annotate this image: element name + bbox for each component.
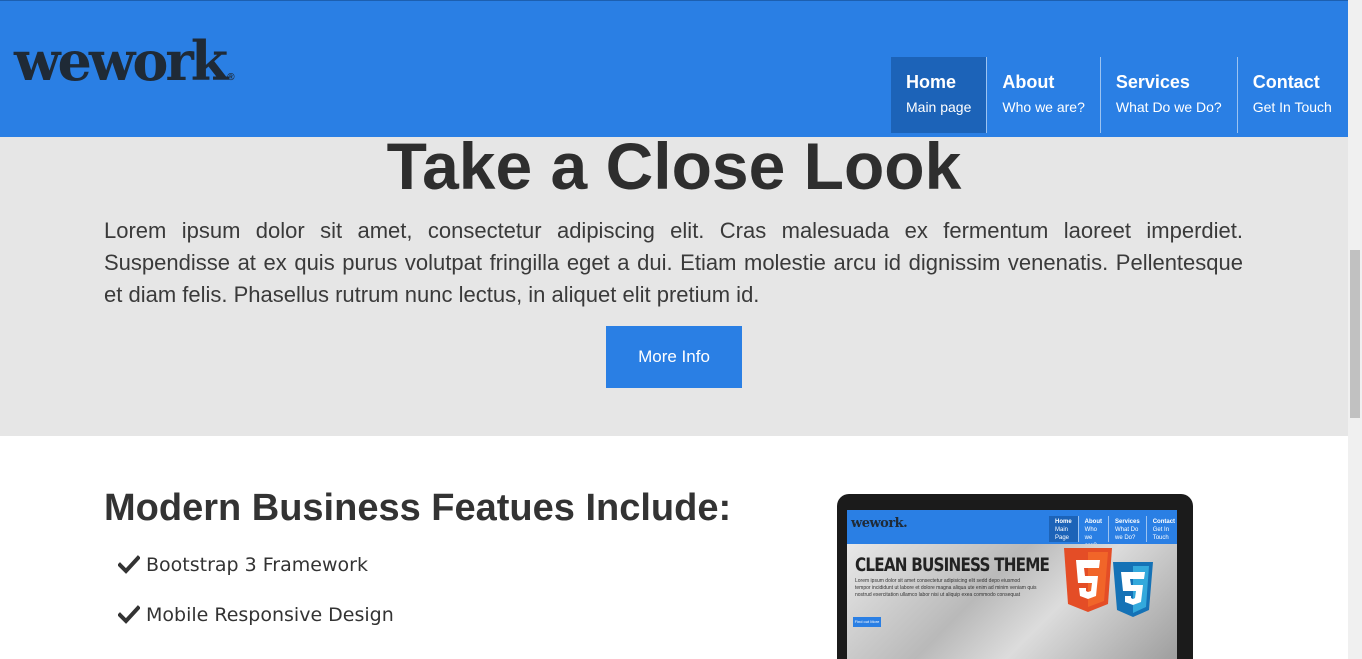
css3-icon bbox=[1113, 562, 1153, 617]
preview-nav-subtitle: Main Page bbox=[1055, 527, 1070, 541]
site-header: wework ® Home Main page About Who we are?… bbox=[0, 0, 1348, 137]
nav-title: About bbox=[1002, 72, 1055, 92]
nav-subtitle: Main page bbox=[906, 99, 972, 115]
check-icon bbox=[118, 555, 140, 574]
preview-button: Find out More bbox=[853, 617, 881, 627]
page-scrollbar[interactable] bbox=[1348, 0, 1362, 659]
nav-item-contact[interactable]: Contact Get In Touch bbox=[1236, 57, 1347, 133]
nav-item-home[interactable]: Home Main page bbox=[891, 57, 987, 133]
preview-nav-subtitle: Get In Touch bbox=[1152, 527, 1170, 541]
nav-subtitle: What Do we Do? bbox=[1115, 99, 1222, 115]
more-info-button[interactable]: More Info bbox=[606, 326, 742, 388]
hero-section: Take a Close Look Lorem ipsum dolor sit … bbox=[0, 129, 1348, 436]
main-nav: Home Main page About Who we are? Service… bbox=[891, 57, 1347, 133]
preview-nav-item: Contact Get In Touch bbox=[1145, 516, 1177, 542]
nav-title: Home bbox=[906, 72, 957, 92]
preview-hero-text: Lorem ipsum dolor sit amet consectetur a… bbox=[855, 578, 1037, 598]
preview-nav-item: AboutWho we are? bbox=[1077, 516, 1108, 549]
nav-subtitle: Get In Touch bbox=[1252, 99, 1332, 115]
preview-nav-title: About bbox=[1084, 519, 1102, 525]
nav-item-about[interactable]: About Who we are? bbox=[986, 57, 1099, 133]
nav-item-services[interactable]: Services What Do we Do? bbox=[1099, 57, 1237, 133]
registered-mark: ® bbox=[227, 72, 235, 83]
nav-title: Contact bbox=[1252, 72, 1320, 92]
nav-title: Services bbox=[1115, 72, 1190, 92]
wework-logo[interactable]: wework ® bbox=[14, 31, 235, 108]
feature-label: Mobile Responsive Design bbox=[146, 604, 394, 626]
scrollbar-thumb[interactable] bbox=[1350, 250, 1360, 418]
preview-nav: Home Main Page AboutWho we are? Services W… bbox=[1049, 516, 1177, 549]
html5-icon bbox=[1064, 548, 1112, 612]
hero-title: Take a Close Look bbox=[386, 129, 962, 203]
nav-subtitle: Who we are? bbox=[1002, 99, 1085, 115]
list-item: Mobile Responsive Design bbox=[118, 600, 394, 650]
preview-nav-item: Services What Do we Do? bbox=[1108, 516, 1146, 542]
preview-nav-subtitle: What Do we Do? bbox=[1115, 527, 1139, 541]
preview-nav-item: Home Main Page bbox=[1049, 516, 1078, 542]
feature-list: Bootstrap 3 Framework Mobile Responsive … bbox=[118, 550, 394, 650]
preview-nav-title: Contact bbox=[1152, 519, 1176, 525]
hero-text: Lorem ipsum dolor sit amet, consectetur … bbox=[104, 218, 1243, 307]
logo-text: wework bbox=[14, 29, 228, 93]
preview-header: wework. Home Main Page AboutWho we are? S… bbox=[847, 510, 1177, 549]
laptop-preview-image: wework. Home Main Page AboutWho we are? S… bbox=[837, 494, 1193, 659]
preview-nav-title: Services bbox=[1115, 519, 1140, 525]
laptop-screen: wework. Home Main Page AboutWho we are? S… bbox=[847, 510, 1177, 659]
preview-hero-title: CLEAN BUSINESS THEME bbox=[855, 554, 1050, 576]
features-title: Modern Business Featues Include: bbox=[104, 487, 732, 529]
preview-logo: wework. bbox=[851, 516, 908, 531]
check-icon bbox=[118, 605, 140, 624]
list-item: Bootstrap 3 Framework bbox=[118, 550, 394, 600]
preview-nav-title: Home bbox=[1055, 519, 1072, 525]
feature-label: Bootstrap 3 Framework bbox=[146, 554, 368, 576]
